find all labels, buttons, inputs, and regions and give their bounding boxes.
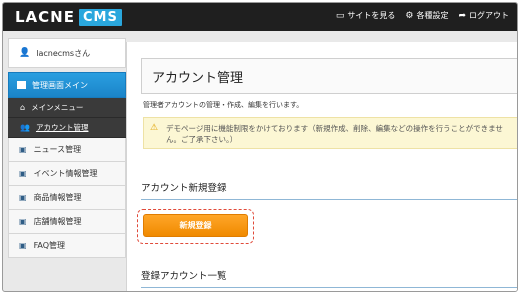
user-icon: 👤 <box>19 48 31 58</box>
sidebar-item-label: イベント情報管理 <box>33 169 98 178</box>
sidebar-subitem-account[interactable]: 👥 アカウント管理 <box>8 118 126 138</box>
header-links: ▭ サイトを見る ⚙ 各種設定 ➦ ログアウト <box>326 10 509 21</box>
page-title-box: アカウント管理 <box>141 58 517 94</box>
logout-link[interactable]: ➦ ログアウト <box>458 10 509 21</box>
sidebar-item-label: 商品情報管理 <box>33 193 82 202</box>
document-icon: ▣ <box>19 217 27 226</box>
sidebar-item-news[interactable]: ▣ ニュース管理 <box>8 138 126 162</box>
user-info: 👤 lacnecmsさん <box>8 38 126 68</box>
top-header: LACNE CMS ▭ サイトを見る ⚙ 各種設定 ➦ ログアウト <box>3 3 517 31</box>
logout-label: ログアウト <box>469 11 509 20</box>
sidebar-subitem-label: アカウント管理 <box>35 123 89 132</box>
sidebar-item-faq[interactable]: ▣ FAQ管理 <box>8 234 126 258</box>
settings-link[interactable]: ⚙ 各種設定 <box>405 10 448 21</box>
sidebar-item-label: FAQ管理 <box>33 241 66 250</box>
page-title: アカウント管理 <box>152 71 244 86</box>
users-icon: 👥 <box>20 123 30 132</box>
new-register-button[interactable]: 新規登録 <box>143 214 248 237</box>
sidebar-item-label: ニュース管理 <box>33 145 82 154</box>
page-description: 管理者アカウントの管理・作成、編集を行います。 <box>143 101 304 109</box>
sidebar-subitem-main-menu[interactable]: ⌂ メインメニュー <box>8 98 126 118</box>
warning-icon: ⚠ <box>150 123 159 133</box>
logo-cms-badge: CMS <box>78 8 122 26</box>
demo-notice: ⚠ デモページ用に機能制限をかけております（新規作成、削除、編集などの操作を行う… <box>143 117 517 149</box>
sidebar-item-label: 店舗情報管理 <box>33 217 82 226</box>
notice-text: デモページ用に機能制限をかけております（新規作成、削除、編集などの操作を行うこと… <box>166 124 503 144</box>
settings-label: 各種設定 <box>416 11 449 20</box>
sidebar-subitem-label: メインメニュー <box>31 103 84 112</box>
sidebar-item-main[interactable]: 管理画面メイン <box>8 72 126 98</box>
sidebar: 👤 lacnecmsさん 管理画面メイン ⌂ メインメニュー 👥 アカウント管理… <box>8 38 126 288</box>
main-content: アカウント管理 管理者アカウントの管理・作成、編集を行います。 ⚠ デモページ用… <box>126 42 517 291</box>
monitor-icon: ▭ <box>335 10 345 21</box>
section-account-list: 登録アカウント一覧 <box>141 268 517 288</box>
section-new-account: アカウント新規登録 <box>141 180 517 200</box>
logo-text: LACNE <box>15 8 75 26</box>
screen-icon <box>17 81 26 89</box>
sidebar-item-stores[interactable]: ▣ 店舗情報管理 <box>8 210 126 234</box>
logo[interactable]: LACNE CMS <box>15 8 122 26</box>
sidebar-item-label: 管理画面メイン <box>32 80 88 90</box>
arrow-icon: ➦ <box>458 10 466 21</box>
document-icon: ▣ <box>19 169 27 178</box>
gear-icon: ⚙ <box>405 10 414 21</box>
home-icon: ⌂ <box>20 103 26 112</box>
app-window: LACNE CMS ▭ サイトを見る ⚙ 各種設定 ➦ ログアウト 👤 lacn… <box>2 2 518 292</box>
document-icon: ▣ <box>19 145 27 154</box>
sidebar-item-events[interactable]: ▣ イベント情報管理 <box>8 162 126 186</box>
view-site-link[interactable]: ▭ サイトを見る <box>336 10 396 21</box>
document-icon: ▣ <box>19 241 27 250</box>
view-site-label: サイトを見る <box>347 11 396 20</box>
document-icon: ▣ <box>19 193 27 202</box>
user-name: lacnecmsさん <box>36 48 91 58</box>
new-button-highlight: 新規登録 <box>137 209 254 244</box>
sidebar-item-products[interactable]: ▣ 商品情報管理 <box>8 186 126 210</box>
